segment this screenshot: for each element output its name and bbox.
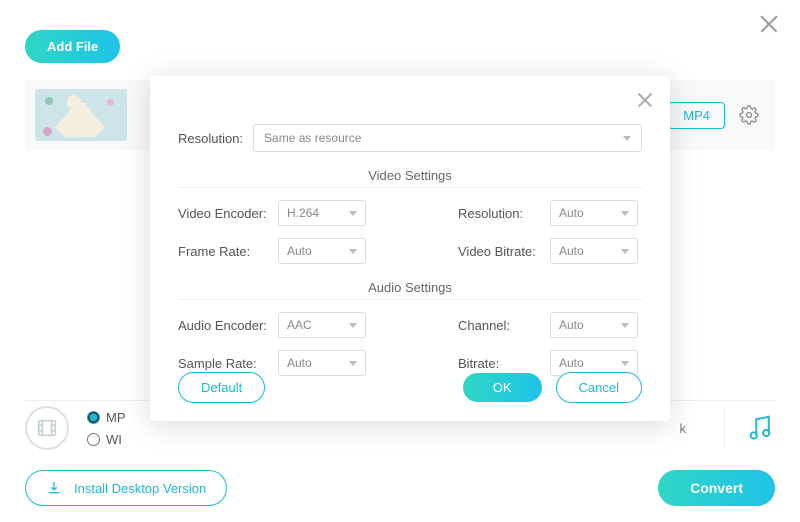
install-label: Install Desktop Version — [74, 481, 206, 496]
default-button[interactable]: Default — [178, 372, 265, 403]
convert-button[interactable]: Convert — [658, 470, 775, 506]
video-thumbnail[interactable] — [35, 89, 127, 141]
video-bitrate-label: Video Bitrate: — [458, 244, 550, 259]
video-encoder-label: Video Encoder: — [178, 206, 278, 221]
chevron-down-icon — [349, 249, 357, 254]
chevron-down-icon — [349, 361, 357, 366]
download-icon — [46, 480, 62, 496]
channel-value: Auto — [559, 318, 584, 332]
video-bitrate-select[interactable]: Auto — [550, 238, 638, 264]
resolution-top-label: Resolution: — [178, 131, 243, 146]
chevron-down-icon — [621, 361, 629, 366]
audio-encoder-value: AAC — [287, 318, 312, 332]
format-radios: MP WI — [87, 406, 126, 450]
film-icon[interactable] — [25, 406, 69, 450]
frame-rate-label: Frame Rate: — [178, 244, 278, 259]
gear-icon[interactable] — [739, 105, 759, 125]
sample-rate-value: Auto — [287, 356, 312, 370]
chevron-down-icon — [349, 323, 357, 328]
video-bitrate-value: Auto — [559, 244, 584, 258]
chevron-down-icon — [621, 323, 629, 328]
radio-mp[interactable]: MP — [87, 406, 126, 428]
audio-settings-header: Audio Settings — [178, 280, 642, 300]
settings-modal: Resolution: Same as resource Video Setti… — [150, 76, 670, 421]
resolution-top-select[interactable]: Same as resource — [253, 124, 642, 152]
sample-rate-label: Sample Rate: — [178, 356, 278, 371]
radio-wi-input[interactable] — [87, 433, 100, 446]
resolution-select[interactable]: Auto — [550, 200, 638, 226]
video-encoder-select[interactable]: H.264 — [278, 200, 366, 226]
audio-encoder-select[interactable]: AAC — [278, 312, 366, 338]
resolution-label: Resolution: — [458, 206, 550, 221]
add-file-button[interactable]: Add File — [25, 30, 120, 63]
audio-encoder-label: Audio Encoder: — [178, 318, 278, 333]
bitrate-value: Auto — [559, 356, 584, 370]
resolution-value: Auto — [559, 206, 584, 220]
cancel-button[interactable]: Cancel — [556, 372, 642, 403]
close-icon[interactable] — [758, 12, 780, 34]
install-desktop-button[interactable]: Install Desktop Version — [25, 470, 227, 506]
chevron-down-icon — [621, 249, 629, 254]
radio-mp-input[interactable] — [87, 411, 100, 424]
frame-rate-select[interactable]: Auto — [278, 238, 366, 264]
channel-select[interactable]: Auto — [550, 312, 638, 338]
resolution-top-value: Same as resource — [264, 131, 361, 145]
format-badge[interactable]: MP4 — [668, 102, 725, 129]
chevron-down-icon — [621, 211, 629, 216]
chevron-down-icon — [349, 211, 357, 216]
video-settings-header: Video Settings — [178, 168, 642, 188]
radio-mp-label: MP — [106, 410, 126, 425]
chevron-down-icon — [623, 136, 631, 141]
divider — [724, 408, 725, 448]
radio-wi[interactable]: WI — [87, 428, 126, 450]
music-icon[interactable] — [745, 413, 775, 443]
bitrate-label: Bitrate: — [458, 356, 550, 371]
modal-close-icon[interactable] — [636, 90, 654, 108]
partial-text: k — [680, 421, 687, 436]
video-encoder-value: H.264 — [287, 206, 319, 220]
channel-label: Channel: — [458, 318, 550, 333]
ok-button[interactable]: OK — [463, 373, 542, 402]
radio-wi-label: WI — [106, 432, 122, 447]
frame-rate-value: Auto — [287, 244, 312, 258]
footer: Install Desktop Version Convert — [25, 470, 775, 506]
